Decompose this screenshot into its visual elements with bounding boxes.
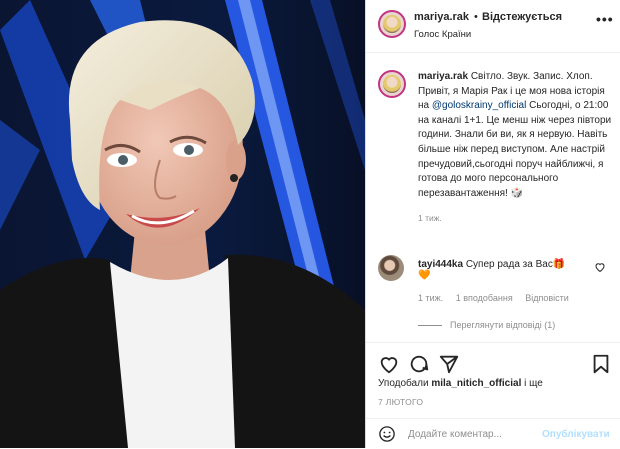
commenter-avatar[interactable]	[378, 255, 404, 281]
heart-icon[interactable]	[378, 353, 400, 375]
caption-time[interactable]: 1 тиж.	[418, 213, 442, 223]
author-avatar[interactable]	[378, 10, 406, 38]
caption-emoji: 🎲	[510, 187, 524, 199]
share-icon[interactable]	[438, 353, 460, 375]
smile-icon[interactable]	[378, 425, 396, 443]
view-replies-label[interactable]: Переглянути відповіді (1)	[450, 320, 555, 330]
comment-icon[interactable]	[408, 353, 430, 375]
comment-body: Супер рада за Вас	[465, 259, 553, 270]
add-comment-bar: Додайте коментар... Опублікувати	[366, 418, 620, 449]
likes-user[interactable]: mila_nitich_official	[431, 378, 521, 389]
comment-emoji-gift: 🎁	[552, 259, 566, 270]
likes-suffix[interactable]: і ще	[524, 378, 543, 389]
post-header: mariya.rak • Відстежується Голос Країни …	[366, 0, 620, 53]
selfie-image	[0, 0, 365, 448]
comment-emoji-heart: 🧡	[418, 270, 431, 281]
comment-input[interactable]: Додайте коментар...	[408, 429, 502, 440]
comment-like-icon[interactable]	[594, 261, 606, 273]
replies-line	[418, 325, 442, 327]
more-options-icon[interactable]: •••	[596, 11, 614, 27]
likes-summary: Уподобали mila_nitich_official і ще	[378, 378, 543, 389]
comment-likes[interactable]: 1 вподобання	[456, 293, 513, 303]
caption-body-2: Сьогодні, о 21:00 на каналі 1+1. Це менш…	[418, 100, 612, 199]
comment-text: tayi444ka Супер рада за Вас🎁 🧡	[418, 259, 565, 281]
publish-button[interactable]: Опублікувати	[542, 429, 610, 440]
instagram-post: mariya.rak • Відстежується Голос Країни …	[0, 0, 620, 448]
post-sidebar: mariya.rak • Відстежується Голос Країни …	[365, 0, 620, 448]
likes-prefix: Уподобали	[378, 378, 429, 389]
post-photo[interactable]	[0, 0, 365, 448]
following-button[interactable]: Відстежується	[482, 11, 562, 23]
comment-username[interactable]: tayi444ka	[418, 259, 463, 270]
action-bar	[366, 342, 620, 383]
author-username[interactable]: mariya.rak	[414, 11, 469, 23]
caption-avatar[interactable]	[378, 70, 406, 98]
caption-text: mariya.rak Світло. Звук. Запис. Хлоп. Пр…	[418, 70, 618, 227]
comment-reply-button[interactable]: Відповісти	[525, 293, 569, 303]
caption-username[interactable]: mariya.rak	[418, 71, 468, 82]
separator-dot: •	[474, 11, 478, 23]
view-replies[interactable]: Переглянути відповіді (1)	[418, 320, 555, 330]
comment-meta: 1 тиж. 1 вподобання Відповісти	[418, 293, 579, 303]
post-location[interactable]: Голос Країни	[414, 29, 471, 40]
bookmark-icon[interactable]	[590, 353, 612, 375]
comment-time[interactable]: 1 тиж.	[418, 293, 443, 303]
post-date[interactable]: 7 ЛЮТОГО	[378, 397, 423, 407]
caption-mention[interactable]: @goloskrainy_official	[432, 100, 526, 111]
